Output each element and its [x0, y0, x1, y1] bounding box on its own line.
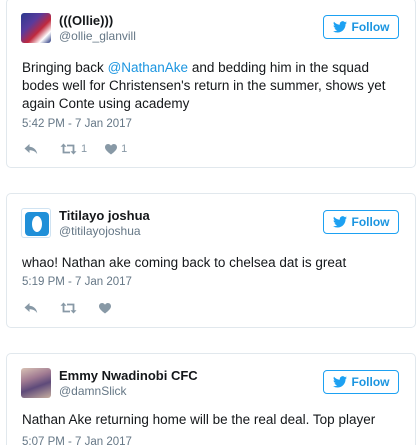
reply-icon	[24, 144, 38, 154]
user-handle[interactable]: @damnSlick	[59, 384, 198, 399]
author-info: (((Ollie))) @ollie_glanvill	[59, 13, 136, 44]
display-name[interactable]: Emmy Nwadinobi CFC	[59, 368, 198, 384]
tweet-header: Emmy Nwadinobi CFC @damnSlick Follow	[21, 368, 401, 402]
twitter-bird-icon	[332, 216, 347, 228]
tweet-text: Bringing back @NathanAke and bedding him…	[22, 59, 401, 113]
tweet-timestamp[interactable]: 5:19 PM - 7 Jan 2017	[22, 276, 132, 288]
follow-label: Follow	[351, 215, 390, 229]
retweet-button[interactable]: 1	[60, 143, 87, 155]
display-name[interactable]: (((Ollie)))	[59, 13, 136, 29]
tweet-card: Emmy Nwadinobi CFC @damnSlick Follow Nat…	[6, 353, 416, 445]
user-handle[interactable]: @ollie_glanvill	[59, 29, 136, 44]
follow-label: Follow	[351, 375, 390, 389]
twitter-bird-icon	[332, 376, 347, 388]
tweet-text: Nathan Ake returning home will be the re…	[22, 412, 376, 427]
tweet-card: Titilayo joshua @titilayojoshua Follow w…	[6, 193, 416, 328]
author-info: Emmy Nwadinobi CFC @damnSlick	[59, 368, 198, 399]
heart-icon	[99, 302, 111, 313]
follow-button[interactable]: Follow	[323, 370, 399, 394]
tweet-feed: (((Ollie))) @ollie_glanvill Follow Bring…	[0, 0, 420, 445]
tweet-actions: 1 1	[24, 142, 145, 156]
user-handle[interactable]: @titilayojoshua	[59, 224, 150, 239]
like-count: 1	[121, 143, 128, 155]
retweet-icon	[60, 302, 77, 314]
heart-icon	[105, 143, 118, 154]
tweet-actions	[24, 301, 133, 315]
reply-icon	[24, 303, 38, 313]
retweet-button[interactable]	[60, 302, 81, 314]
twitter-bird-icon	[332, 21, 347, 33]
retweet-count: 1	[81, 143, 88, 155]
mention-link[interactable]: @NathanAke	[108, 60, 189, 75]
avatar[interactable]	[21, 208, 51, 238]
author-info: Titilayo joshua @titilayojoshua	[59, 208, 150, 239]
avatar[interactable]	[21, 368, 51, 398]
tweet-header: (((Ollie))) @ollie_glanvill Follow	[21, 13, 401, 47]
follow-label: Follow	[351, 20, 390, 34]
follow-button[interactable]: Follow	[323, 210, 399, 234]
tweet-timestamp[interactable]: 5:42 PM - 7 Jan 2017	[22, 118, 132, 130]
reply-button[interactable]	[24, 143, 42, 155]
tweet-card: (((Ollie))) @ollie_glanvill Follow Bring…	[6, 0, 416, 168]
follow-button[interactable]: Follow	[323, 15, 399, 39]
reply-button[interactable]	[24, 302, 42, 314]
tweet-text: whao! Nathan ake coming back to chelsea …	[22, 255, 347, 270]
like-button[interactable]: 1	[105, 143, 127, 155]
like-button[interactable]	[99, 302, 115, 314]
tweet-timestamp[interactable]: 5:07 PM - 7 Jan 2017	[22, 436, 132, 445]
avatar[interactable]	[21, 13, 51, 43]
tweet-header: Titilayo joshua @titilayojoshua Follow	[21, 208, 401, 242]
retweet-icon	[60, 143, 77, 155]
display-name[interactable]: Titilayo joshua	[59, 208, 150, 224]
tweet-text-before: Bringing back	[22, 60, 108, 75]
